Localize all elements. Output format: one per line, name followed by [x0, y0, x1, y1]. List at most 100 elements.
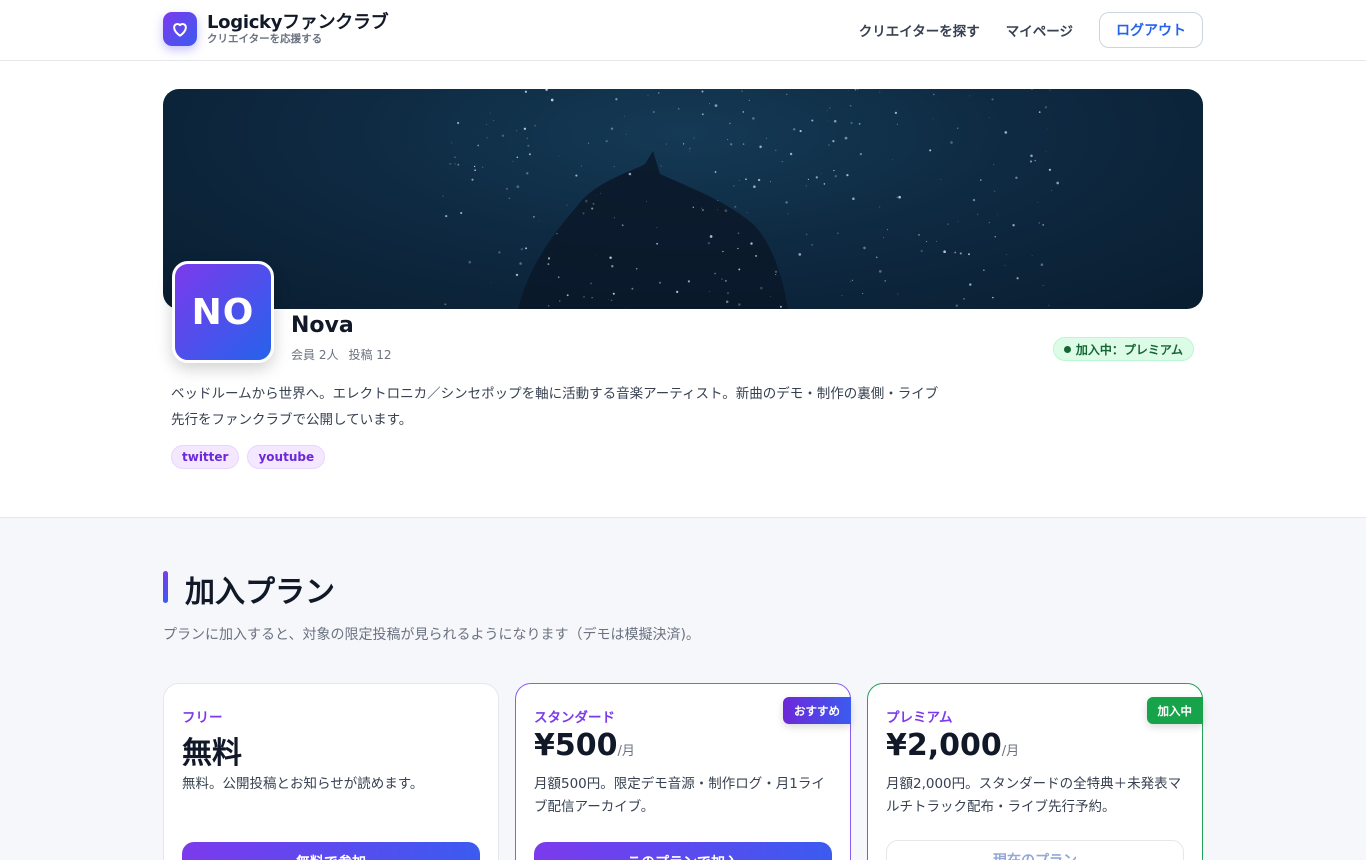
star — [770, 296, 771, 297]
logout-button[interactable]: ログアウト — [1099, 12, 1203, 48]
star — [957, 220, 959, 222]
brand[interactable]: Logickyファンクラブ クリエイターを応援する — [163, 12, 389, 46]
star — [963, 298, 965, 300]
star — [832, 139, 835, 143]
star — [474, 169, 476, 172]
star — [709, 103, 711, 105]
join-standard-button[interactable]: このプランで加入 — [534, 842, 832, 860]
nav-mypage[interactable]: マイページ — [1006, 20, 1073, 40]
star — [991, 98, 994, 101]
star — [605, 139, 608, 143]
star — [972, 198, 976, 202]
creator-bio: ベッドルームから世界へ。エレクトロニカ／シンセポップを軸に活動する音楽アーティス… — [171, 386, 939, 428]
star — [587, 142, 590, 144]
star — [884, 280, 886, 282]
star — [515, 273, 519, 277]
star — [745, 178, 747, 181]
star — [596, 194, 598, 196]
star — [759, 145, 762, 149]
membership-status-label: 加入中：プレミアム — [1075, 342, 1183, 357]
star — [1042, 285, 1044, 287]
star — [765, 137, 767, 139]
star — [993, 190, 996, 192]
star — [826, 110, 828, 112]
star — [490, 282, 492, 284]
star — [693, 137, 695, 139]
star — [457, 121, 460, 125]
star — [896, 196, 898, 198]
star — [854, 89, 857, 91]
star — [943, 250, 946, 254]
join-free-button[interactable]: 無料で参加 — [182, 842, 480, 860]
star — [717, 200, 719, 201]
star — [656, 242, 659, 245]
star — [1038, 222, 1040, 224]
plan-name: フリー — [182, 710, 223, 726]
star — [460, 211, 463, 215]
star — [848, 90, 850, 92]
current-plan-button[interactable]: 現在のプラン — [886, 840, 1184, 860]
star — [528, 153, 531, 156]
tag-twitter[interactable]: twitter — [171, 445, 240, 469]
star — [959, 252, 962, 255]
membership-status-badge: 加入中：プレミアム — [1052, 337, 1194, 361]
star — [1048, 168, 1051, 171]
star — [805, 233, 808, 236]
star — [757, 178, 761, 182]
star — [526, 172, 529, 175]
star — [969, 283, 972, 286]
star — [566, 294, 569, 297]
nav-find-creators[interactable]: クリエイターを探す — [859, 20, 980, 40]
star — [898, 195, 901, 199]
star — [592, 202, 595, 205]
star — [1044, 106, 1048, 109]
star — [454, 163, 456, 165]
plans-section: 加入プラン プランに加入すると、対象の限定投稿が見られるようになります（デモは模… — [0, 517, 1366, 860]
star — [660, 165, 662, 167]
star — [547, 96, 548, 98]
post-count: 投稿 12 — [348, 348, 392, 362]
star — [584, 199, 588, 203]
star — [656, 227, 658, 229]
star — [498, 251, 501, 254]
star — [625, 133, 627, 135]
star — [468, 260, 472, 264]
star — [1015, 176, 1018, 180]
star — [701, 113, 704, 116]
star — [863, 246, 866, 250]
star — [799, 130, 802, 133]
star — [658, 281, 662, 284]
star — [737, 303, 741, 306]
plan-description: 無料。公開投稿とお知らせが読めます。 — [182, 776, 424, 792]
plans-description: プランに加入すると、対象の限定投稿が見られるようになります（デモは模擬決済)。 — [163, 627, 700, 643]
star — [1029, 160, 1033, 163]
star — [926, 240, 928, 243]
star — [1006, 254, 1008, 256]
star — [746, 211, 748, 213]
star — [834, 174, 838, 178]
star — [582, 212, 585, 215]
star — [811, 119, 814, 122]
plan-description: 月額500円。限定デモ音源・制作ログ・月1ライブ配信アーカイブ。 — [534, 776, 825, 815]
star — [707, 242, 711, 245]
star — [658, 92, 660, 94]
star — [575, 174, 578, 177]
star — [859, 152, 863, 156]
tag-youtube[interactable]: youtube — [247, 445, 326, 469]
star — [792, 128, 796, 131]
star — [826, 120, 828, 121]
star — [550, 98, 554, 102]
star — [709, 235, 713, 238]
star — [805, 185, 807, 187]
star — [450, 142, 452, 144]
star — [733, 185, 735, 187]
star — [477, 144, 480, 147]
star — [846, 173, 849, 177]
star — [533, 216, 535, 218]
joined-badge: 加入中 — [1146, 697, 1203, 724]
star — [547, 257, 551, 260]
star — [879, 91, 881, 93]
star — [628, 172, 632, 176]
star — [833, 169, 835, 172]
star — [936, 240, 937, 242]
